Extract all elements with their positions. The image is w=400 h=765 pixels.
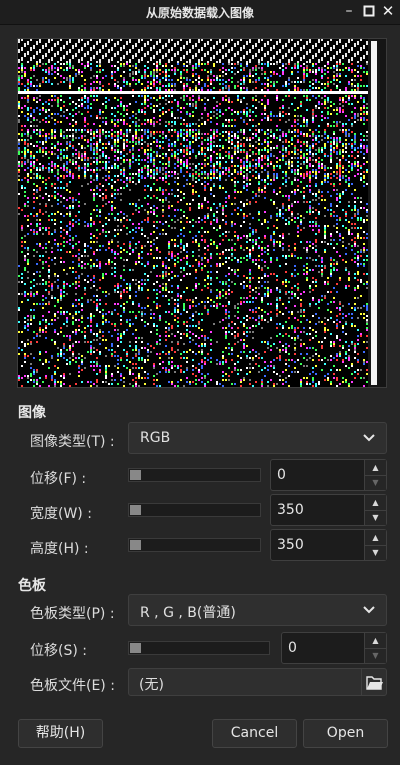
image-width-spinbox[interactable]: 350 ▲ ▼ [270,494,387,526]
image-offset-value: 0 [277,467,286,483]
preview-scrollbar[interactable] [368,39,386,387]
preview-scroll-thumb[interactable] [371,41,377,385]
cancel-button[interactable]: Cancel [212,719,297,748]
image-width-slider[interactable] [128,503,261,517]
close-icon[interactable]: ✕ [380,3,396,19]
slider-knob[interactable] [130,470,141,480]
image-type-label: 图像类型(T) : [30,434,115,450]
slider-knob[interactable] [130,505,141,515]
palette-file-label: 色板文件(E) : [30,678,115,694]
image-width-value: 350 [277,502,304,518]
chevron-down-icon [363,606,375,614]
palette-file-chooser[interactable]: (无) [128,668,387,696]
arrow-down-icon[interactable]: ▼ [365,648,386,663]
chevron-down-icon [363,434,375,442]
maximize-icon[interactable] [361,3,377,19]
palette-offset-label: 位移(S) : [30,643,87,659]
open-button[interactable]: Open [303,719,388,748]
help-button[interactable]: 帮助(H) [18,719,103,748]
image-offset-spinbox[interactable]: 0 ▲ ▼ [270,459,387,491]
palette-file-value: (无) [139,677,164,693]
arrow-up-icon[interactable]: ▲ [365,495,386,511]
image-type-select[interactable]: RGB [128,422,387,454]
image-preview [17,38,387,388]
palette-section-heading: 色板 [18,578,46,594]
arrow-up-icon[interactable]: ▲ [365,530,386,546]
palette-offset-value: 0 [288,640,297,656]
image-offset-slider[interactable] [128,468,261,482]
arrow-up-icon[interactable]: ▲ [365,460,386,476]
image-height-label: 高度(H) : [30,541,89,557]
arrow-down-icon[interactable]: ▼ [365,475,386,490]
palette-type-value: R , G , B(普通) [140,605,236,621]
arrow-up-icon[interactable]: ▲ [365,633,386,649]
minimize-icon[interactable]: – [341,3,357,19]
image-section-heading: 图像 [18,405,46,421]
image-height-value: 350 [277,537,304,553]
raw-image-dialog: 从原始数据载入图像 – ✕ 图像 图像类型(T) : RGB 位移(F) : 0… [0,0,400,765]
preview-noise-canvas [18,39,368,387]
palette-offset-spinbox[interactable]: 0 ▲ ▼ [281,632,387,664]
slider-knob[interactable] [130,540,141,550]
preview-noise [18,39,368,387]
folder-open-icon[interactable] [361,669,386,695]
slider-knob[interactable] [130,643,141,653]
title-bar[interactable]: 从原始数据载入图像 – ✕ [0,0,400,25]
palette-type-select[interactable]: R , G , B(普通) [128,594,387,626]
image-height-slider[interactable] [128,538,261,552]
arrow-down-icon[interactable]: ▼ [365,545,386,560]
image-type-value: RGB [140,430,171,446]
palette-type-label: 色板类型(P) : [30,606,115,622]
image-offset-label: 位移(F) : [30,471,87,487]
window-title: 从原始数据载入图像 [145,6,254,20]
image-height-spinbox[interactable]: 350 ▲ ▼ [270,529,387,561]
image-width-label: 宽度(W) : [30,506,92,522]
arrow-down-icon[interactable]: ▼ [365,510,386,525]
palette-offset-slider[interactable] [128,641,270,655]
